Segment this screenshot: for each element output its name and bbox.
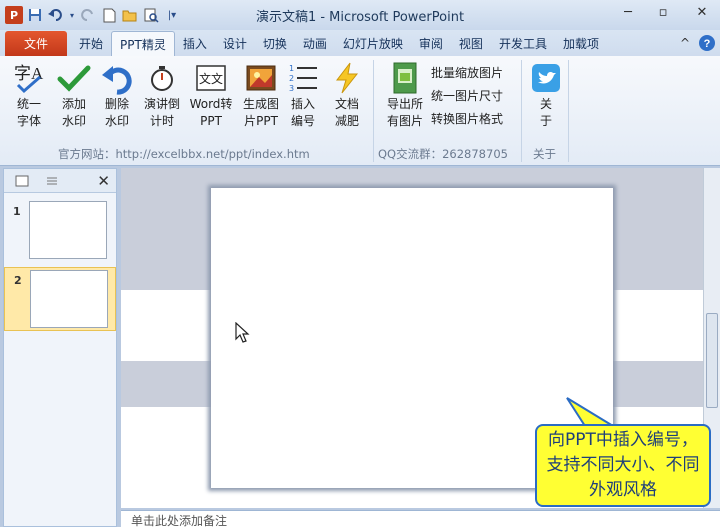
print-preview-icon[interactable] <box>142 6 160 24</box>
help-icon[interactable]: ? <box>697 33 717 53</box>
svg-text:字A: 字A <box>14 64 44 83</box>
insert-numbering-button[interactable]: 123 插入 编号 <box>281 60 325 130</box>
document-slim-button[interactable]: 文档 减肥 <box>325 60 369 130</box>
tab-animations[interactable]: 动画 <box>295 31 335 56</box>
slide-thumbnail-row-selected[interactable]: 2 <box>4 267 116 331</box>
svg-text:文文: 文文 <box>199 71 223 86</box>
minimize-icon[interactable]: ─ <box>616 5 640 23</box>
collapse-ribbon-icon[interactable]: ^ <box>678 33 692 53</box>
unify-font-label: 统一 字体 <box>16 97 41 128</box>
tab-ppt-jingling[interactable]: PPT精灵 <box>111 31 175 56</box>
group-separator <box>568 60 569 162</box>
check-icon <box>57 60 91 96</box>
undo-arrow-icon <box>100 60 134 96</box>
tab-view[interactable]: 视图 <box>451 31 491 56</box>
svg-text:1: 1 <box>289 64 294 73</box>
ribbon-panel: 字A 统一 字体 添加 水印 删除 水印 演讲倒 计时 文文 Word转 PPT… <box>0 56 720 166</box>
open-icon[interactable] <box>121 6 139 24</box>
svg-text:?: ? <box>704 38 711 50</box>
maximize-icon[interactable]: ▫ <box>651 5 675 23</box>
save-icon[interactable] <box>26 6 44 24</box>
svg-text:3: 3 <box>289 84 294 93</box>
stopwatch-icon <box>145 60 179 96</box>
export-all-images-button[interactable]: 导出所 有图片 <box>382 60 428 130</box>
unify-image-size-button[interactable]: 统一图片尺寸 <box>431 87 503 104</box>
convert-image-format-button[interactable]: 转换图片格式 <box>431 110 503 127</box>
tab-file[interactable]: 文件 <box>5 31 67 56</box>
mouse-cursor-icon <box>235 322 250 343</box>
speech-countdown-label: 演讲倒 计时 <box>143 97 180 128</box>
lightning-icon <box>330 60 364 96</box>
ribbon-tab-bar: 文件 开始 PPT精灵 插入 设计 切换 动画 幻灯片放映 审阅 视图 开发工具… <box>0 30 720 56</box>
document-slim-label: 文档 减肥 <box>334 97 359 128</box>
remove-watermark-label: 删除 水印 <box>104 97 129 128</box>
speech-countdown-button[interactable]: 演讲倒 计时 <box>140 60 184 130</box>
notes-placeholder: 单击此处添加备注 <box>131 514 228 527</box>
callout-text: 向PPT中插入编号，支持不同大小、不同外观风格 <box>546 430 700 500</box>
unify-font-button[interactable]: 字A 统一 字体 <box>7 60 51 130</box>
customize-icon[interactable]: |▾ <box>163 6 181 24</box>
qq-group-label: QQ交流群：262878705 <box>378 147 508 161</box>
slides-panel: ✕ 1 2 <box>3 168 117 527</box>
insert-numbering-label: 插入 编号 <box>290 97 315 128</box>
add-watermark-label: 添加 水印 <box>61 97 86 128</box>
tab-home[interactable]: 开始 <box>71 31 111 56</box>
about-button[interactable]: 关 于 <box>524 60 568 130</box>
export-all-images-label: 导出所 有图片 <box>386 97 423 128</box>
slide-thumbnail[interactable] <box>29 201 107 259</box>
image-icon <box>244 60 278 96</box>
about-label: 关 于 <box>539 97 552 128</box>
tab-design[interactable]: 设计 <box>215 31 255 56</box>
tab-transitions[interactable]: 切换 <box>255 31 295 56</box>
title-bar: P ▾ |▾ 演示文稿1 - Microsoft PowerPoint ─ ▫ … <box>0 0 720 30</box>
add-watermark-button[interactable]: 添加 水印 <box>52 60 96 130</box>
group-separator <box>373 60 374 162</box>
svg-text:2: 2 <box>289 74 294 83</box>
slides-tab-icon[interactable] <box>10 171 34 191</box>
export-images-icon <box>388 60 422 96</box>
outline-tab-icon[interactable] <box>40 171 64 191</box>
website-group-label: 官方网站：http://excelbbx.net/ppt/index.htm <box>58 147 310 161</box>
notes-pane[interactable]: 单击此处添加备注 <box>121 510 720 527</box>
generate-image-ppt-label: 生成图 片PPT <box>242 97 279 128</box>
remove-watermark-button[interactable]: 删除 水印 <box>95 60 139 130</box>
font-icon: 字A <box>12 60 46 96</box>
new-icon[interactable] <box>100 6 118 24</box>
redo-icon[interactable] <box>79 6 97 24</box>
numbered-list-icon: 123 <box>286 60 320 96</box>
generate-image-ppt-button[interactable]: 生成图 片PPT <box>237 60 285 130</box>
tab-addins[interactable]: 加载项 <box>555 31 607 56</box>
word-to-ppt-label: Word转 PPT <box>189 97 233 128</box>
slide-number: 1 <box>13 205 21 218</box>
word-to-ppt-button[interactable]: 文文 Word转 PPT <box>187 60 235 130</box>
close-icon[interactable]: ✕ <box>690 5 714 23</box>
slides-panel-tabs: ✕ <box>4 169 116 193</box>
tab-slideshow[interactable]: 幻灯片放映 <box>335 31 411 56</box>
scrollbar-thumb[interactable] <box>706 313 718 408</box>
group-separator <box>521 60 522 162</box>
powerpoint-app-icon[interactable]: P <box>5 6 23 24</box>
slide-thumbnail-row[interactable]: 1 <box>4 199 116 263</box>
tab-review[interactable]: 审阅 <box>411 31 451 56</box>
slide-thumbnail[interactable] <box>30 270 108 328</box>
about-group-label: 关于 <box>533 147 556 161</box>
tooltip-callout: 向PPT中插入编号，支持不同大小、不同外观风格 <box>535 424 711 507</box>
undo-icon[interactable] <box>47 6 65 24</box>
batch-scale-images-button[interactable]: 批量缩放图片 <box>431 64 503 81</box>
undo-dropdown-icon[interactable]: ▾ <box>68 6 76 24</box>
twitter-bird-icon <box>529 60 563 96</box>
close-panel-icon[interactable]: ✕ <box>97 172 110 190</box>
word-doc-icon: 文文 <box>194 60 228 96</box>
tab-insert[interactable]: 插入 <box>175 31 215 56</box>
tab-developer[interactable]: 开发工具 <box>491 31 555 56</box>
slide-number: 2 <box>14 274 22 287</box>
